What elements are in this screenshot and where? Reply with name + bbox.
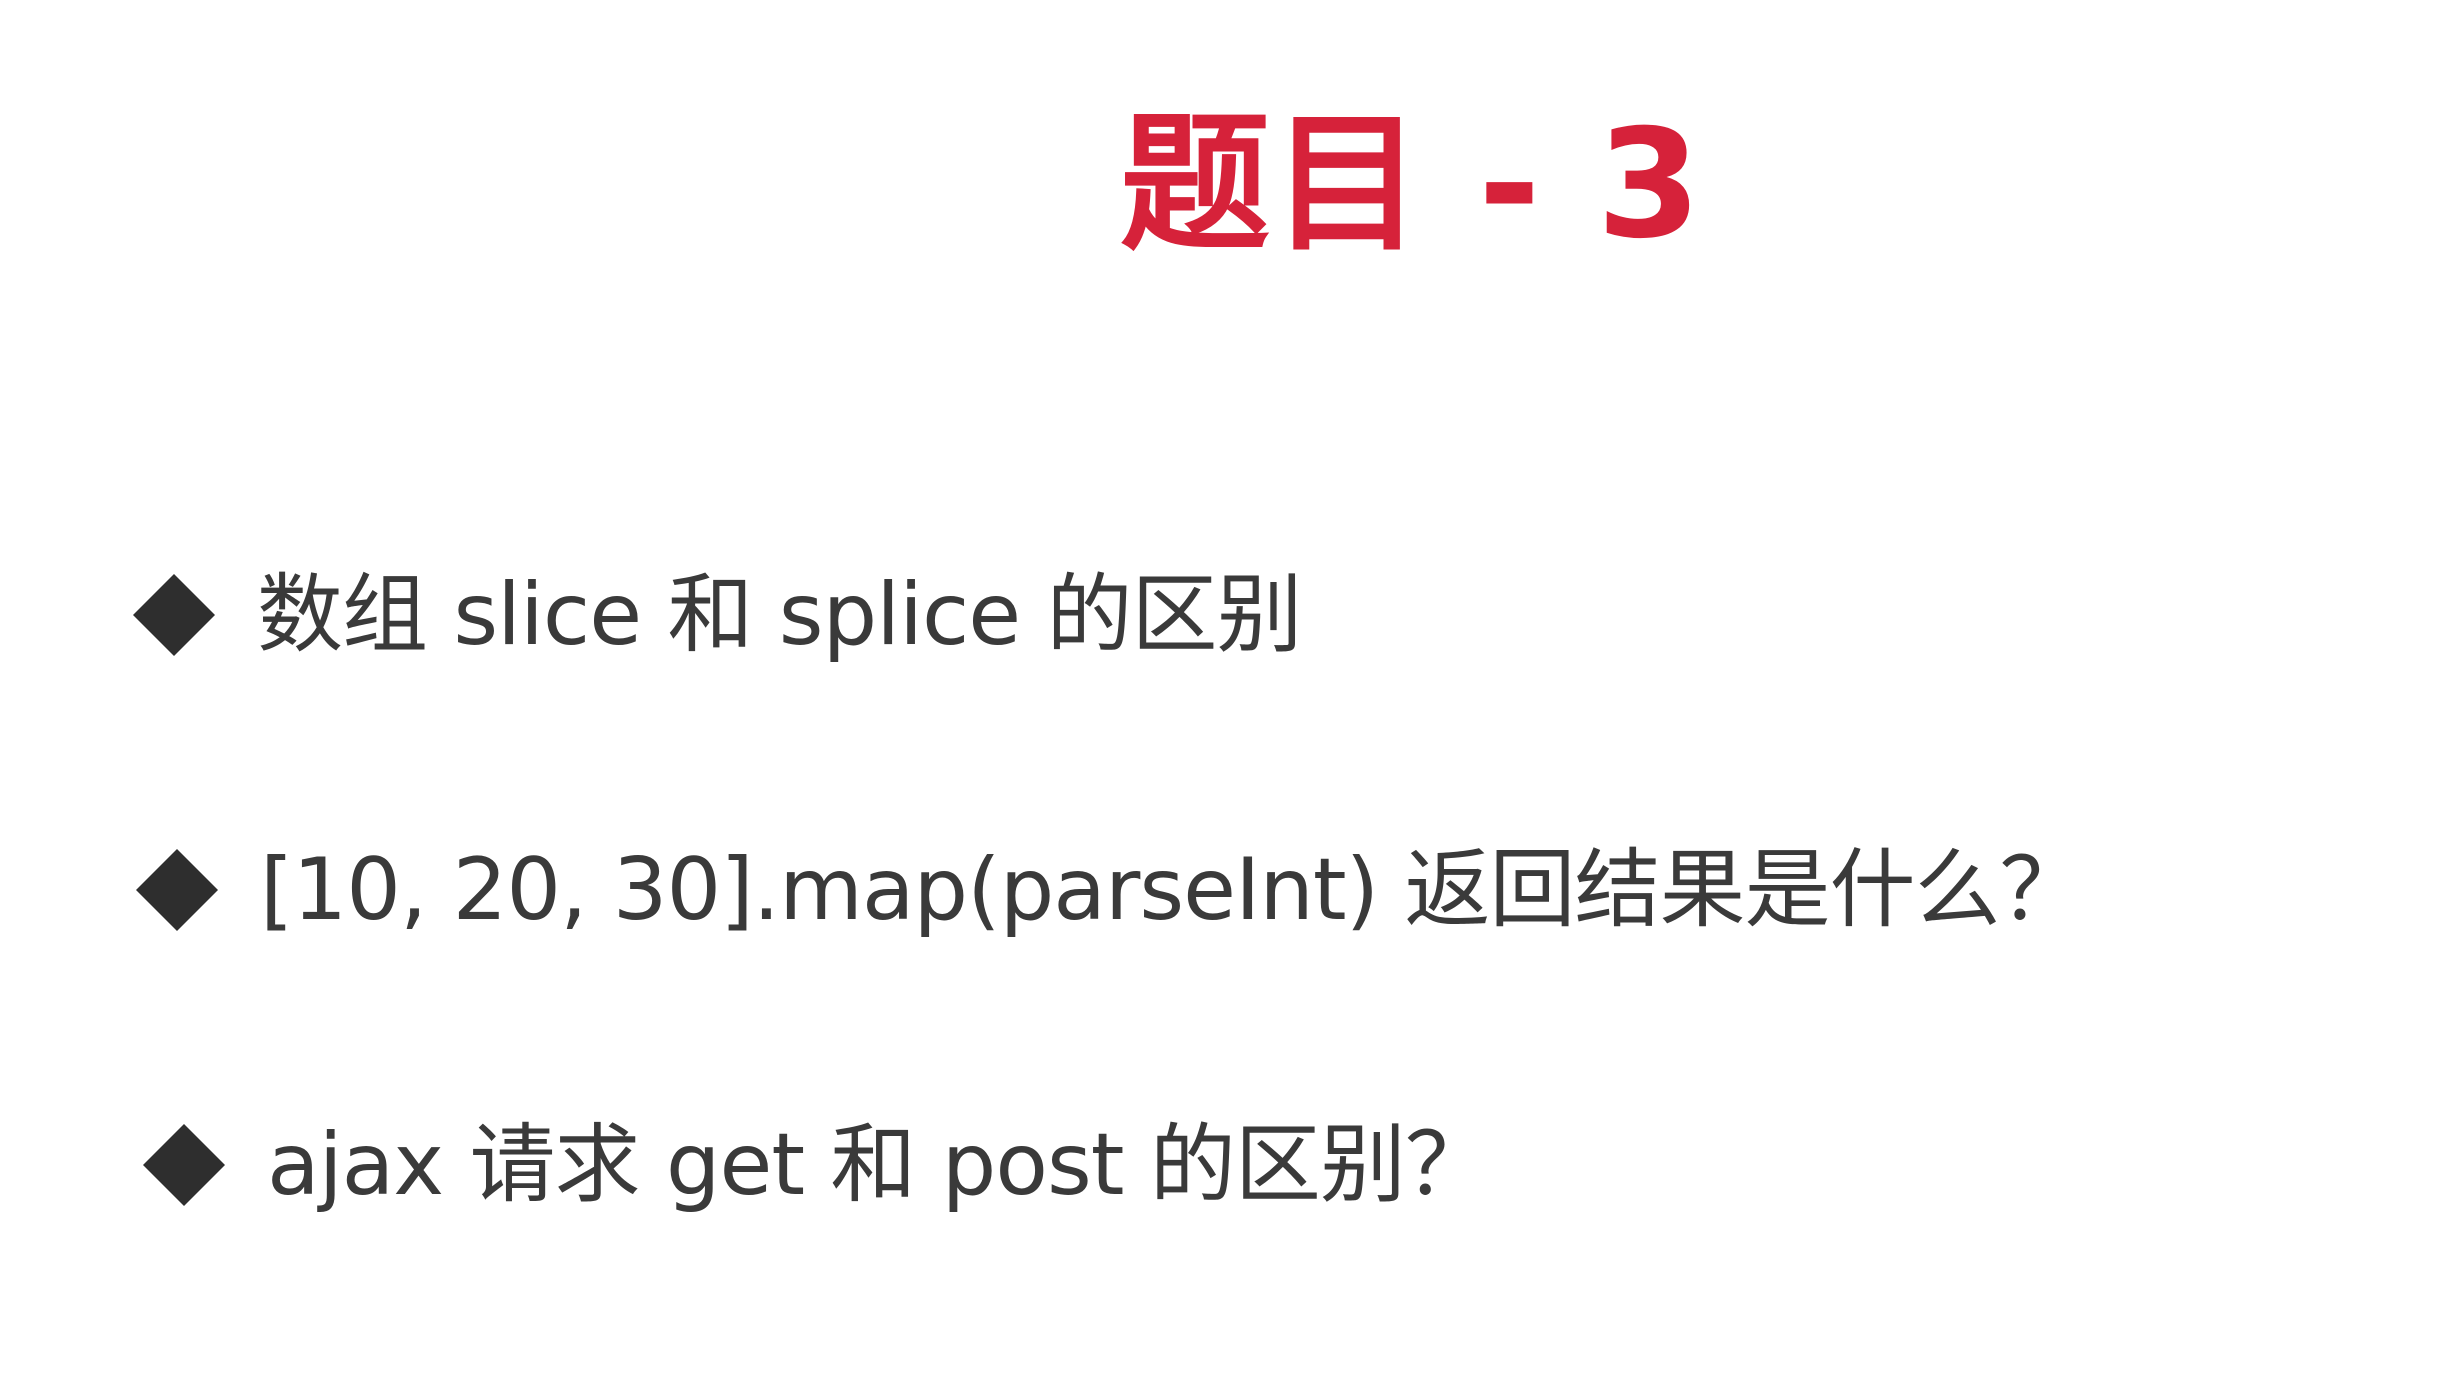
diamond-icon <box>142 1123 226 1207</box>
diamond-icon <box>132 573 216 657</box>
slide-title: 题目 - 3 <box>1120 98 1704 272</box>
slide: 题目 - 3 数组 slice 和 splice 的区别 [10, 20, 30… <box>0 0 2459 1382</box>
list-item: [10, 20, 30].map(parseInt) 返回结果是什么？ <box>135 830 2388 950</box>
bullet-text: 数组 slice 和 splice 的区别 <box>257 565 1303 665</box>
list-item: ajax 请求 get 和 post 的区别？ <box>142 1105 2395 1225</box>
diamond-icon <box>135 848 219 932</box>
list-item: 数组 slice 和 splice 的区别 <box>132 555 2385 675</box>
bullet-text: [10, 20, 30].map(parseInt) 返回结果是什么？ <box>260 840 2086 940</box>
bullet-text: ajax 请求 get 和 post 的区别？ <box>267 1115 1491 1215</box>
